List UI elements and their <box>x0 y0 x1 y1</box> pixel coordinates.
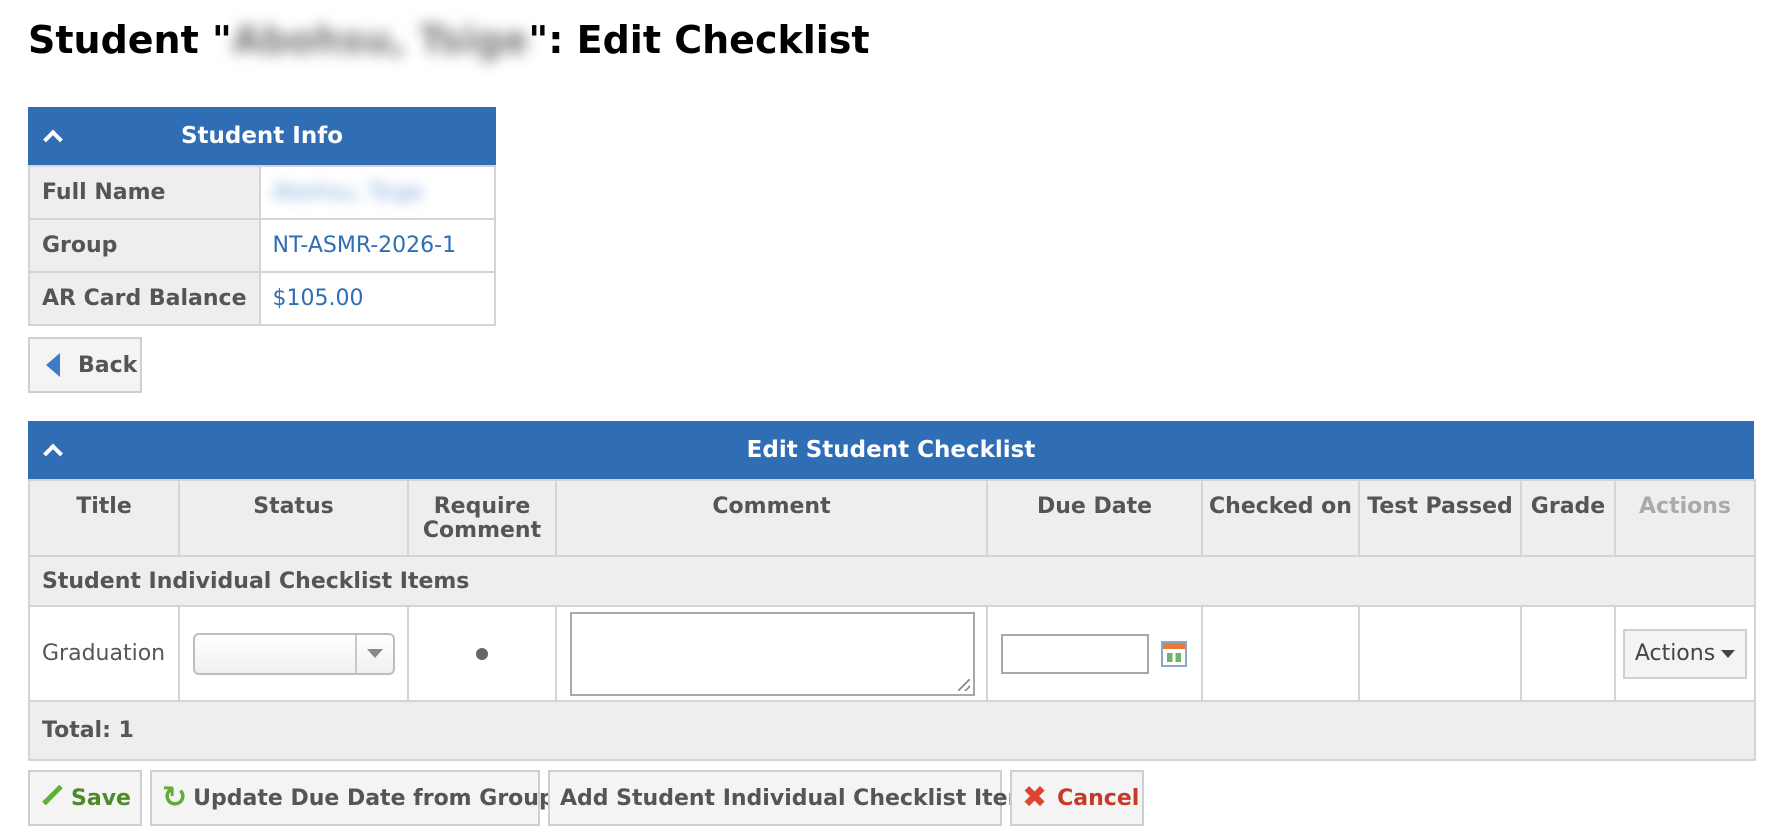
update-due-date-button[interactable]: ↻ Update Due Date from Group <box>150 770 555 826</box>
save-label: Save <box>71 785 131 811</box>
close-icon: ✖ <box>1022 780 1048 815</box>
page-title-prefix: Student " <box>28 18 232 62</box>
col-due-date: Due Date <box>986 479 1203 557</box>
item-checked-on <box>1201 605 1360 702</box>
total-row: Total: 1 <box>28 700 1756 761</box>
group-label: Student Individual Checklist Items <box>28 555 1756 607</box>
info-value-full-name: Abohsu, Tsige <box>258 165 496 220</box>
actions-dropdown-button[interactable]: Actions <box>1623 628 1747 679</box>
checkmark-icon <box>42 784 63 806</box>
item-grade <box>1520 605 1616 702</box>
item-test-passed <box>1358 605 1522 702</box>
item-comment-cell <box>555 605 988 702</box>
resize-handle-icon[interactable] <box>958 678 970 691</box>
cancel-button[interactable]: ✖ Cancel <box>1010 770 1144 826</box>
item-require-comment-cell <box>407 605 557 702</box>
select-arrow-button[interactable] <box>355 634 393 673</box>
info-label: AR Card Balance <box>28 271 261 326</box>
info-label: Group <box>28 218 261 273</box>
actions-label: Actions <box>1634 641 1716 666</box>
page-title-suffix: ": Edit Checklist <box>528 18 870 62</box>
student-info-table: Full Name Abohsu, Tsige Group NT-ASMR-20… <box>28 165 496 326</box>
due-date-wrap <box>989 633 1200 674</box>
info-row-full-name: Full Name Abohsu, Tsige <box>28 165 496 220</box>
checklist-title: Edit Student Checklist <box>746 437 1036 463</box>
col-title: Title <box>28 479 180 557</box>
info-row-group: Group NT-ASMR-2026-1 <box>28 218 496 273</box>
due-date-input[interactable] <box>1001 633 1149 674</box>
add-checklist-item-button[interactable]: Add Student Individual Checklist Item <box>548 770 1031 826</box>
back-button-label: Back <box>78 352 138 378</box>
chevron-up-icon[interactable] <box>43 129 63 150</box>
comment-textarea[interactable] <box>570 611 975 696</box>
student-info-title: Student Info <box>180 123 344 149</box>
col-actions: Actions <box>1614 479 1756 557</box>
student-info-header[interactable]: Student Info <box>28 107 496 165</box>
col-require-comment: Require Comment <box>407 479 557 557</box>
update-due-date-label: Update Due Date from Group <box>193 785 555 811</box>
calendar-icon[interactable] <box>1161 640 1187 667</box>
col-status: Status <box>178 479 409 557</box>
group-link[interactable]: NT-ASMR-2026-1 <box>258 218 496 273</box>
group-row: Student Individual Checklist Items <box>28 555 1756 607</box>
ar-balance-link[interactable]: $105.00 <box>258 271 496 326</box>
require-comment-indicator <box>476 647 488 660</box>
checklist-panel: Edit Student Checklist Title Status Requ… <box>28 421 1756 761</box>
table-row: Graduation Actions <box>28 605 1756 702</box>
info-row-ar-balance: AR Card Balance $105.00 <box>28 271 496 326</box>
checklist-header[interactable]: Edit Student Checklist <box>28 421 1754 479</box>
chevron-down-icon <box>367 649 383 658</box>
chevron-up-icon[interactable] <box>43 443 63 464</box>
full-name-blurred: Abohsu, Tsige <box>272 180 424 205</box>
total-label: Total: 1 <box>28 700 1756 761</box>
item-title: Graduation <box>28 605 180 702</box>
item-status-cell <box>178 605 409 702</box>
col-test-passed: Test Passed <box>1358 479 1522 557</box>
item-actions-cell: Actions <box>1614 605 1756 702</box>
add-item-label: Add Student Individual Checklist Item <box>560 785 1031 811</box>
col-checked-on: Checked on <box>1201 479 1360 557</box>
col-grade: Grade <box>1520 479 1616 557</box>
triangle-left-icon <box>46 353 60 377</box>
checklist-table: Title Status Require Comment Comment Due… <box>28 479 1756 761</box>
info-label: Full Name <box>28 165 261 220</box>
back-button[interactable]: Back <box>28 337 142 393</box>
item-due-date-cell <box>986 605 1203 702</box>
checklist-header-row: Title Status Require Comment Comment Due… <box>28 479 1756 557</box>
student-name-blurred: Abohsu, Tsige <box>231 18 529 62</box>
student-info-panel: Student Info Full Name Abohsu, Tsige Gro… <box>28 107 496 326</box>
col-comment: Comment <box>555 479 988 557</box>
status-select[interactable] <box>193 632 395 675</box>
caret-down-icon <box>1721 649 1736 658</box>
save-button[interactable]: Save <box>28 770 142 826</box>
refresh-icon: ↻ <box>162 780 188 815</box>
cancel-label: Cancel <box>1057 785 1140 811</box>
page-title: Student "Abohsu, Tsige": Edit Checklist <box>28 14 870 66</box>
